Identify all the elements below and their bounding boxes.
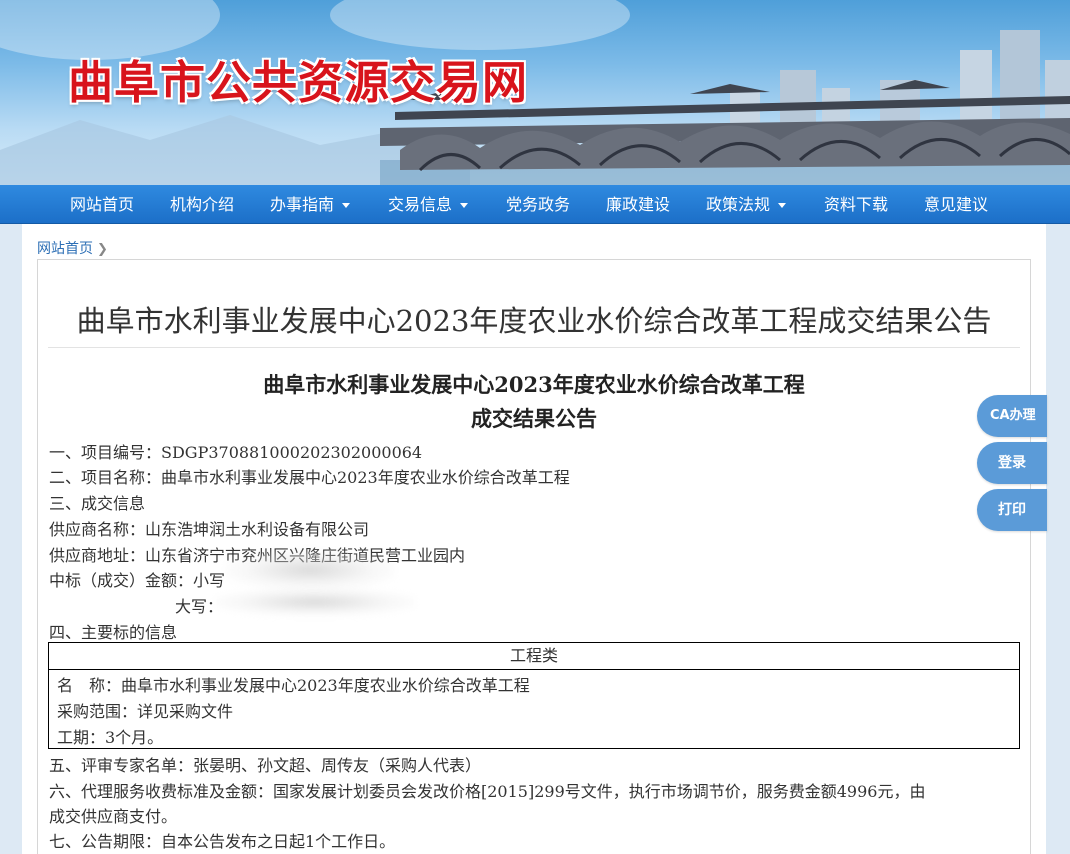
table-header: 工程类 [49, 643, 1019, 670]
amount-lowercase: 中标（成交）金额：小写 [49, 571, 226, 590]
nav-label: 政策法规 [706, 195, 771, 214]
notice-period: 七、公告期限：自本公告发布之日起1个工作日。 [49, 832, 396, 851]
fee-line-1: 六、代理服务收费标准及金额：国家发展计划委员会发改价格[2015]299号文件，… [49, 782, 926, 801]
nav-item-policy[interactable]: 政策法规 [706, 185, 787, 224]
caret-down-icon [342, 203, 351, 208]
redacted-amount [215, 588, 415, 616]
nav-item-feedback[interactable]: 意见建议 [924, 185, 988, 224]
breadcrumb-home-link[interactable]: 网站首页 [37, 241, 93, 257]
title-divider [48, 347, 1020, 348]
fee-line-2: 成交供应商支付。 [49, 807, 178, 826]
login-button[interactable]: 登录 [977, 442, 1047, 484]
nav-label: 意见建议 [924, 195, 989, 214]
ca-service-button[interactable]: CA办理 [977, 395, 1047, 437]
nav-label: 廉政建设 [606, 195, 671, 214]
table-row-name: 名 称：曲阜市水利事业发展中心2023年度农业水价综合改革工程 [57, 676, 530, 695]
main-nav: 网站首页 机构介绍 办事指南 交易信息 党务政务 廉政建设 政策法规 资料下载 … [0, 185, 1070, 224]
main-subject-heading: 四、主要标的信息 [49, 623, 178, 642]
document-heading-line1: 曲阜市水利事业发展中心2023年度农业水价综合改革工程 [263, 372, 805, 397]
deal-info-heading: 三、成交信息 [49, 494, 146, 513]
print-button[interactable]: 打印 [977, 489, 1047, 531]
table-row-scope: 采购范围：详见采购文件 [57, 702, 234, 721]
nav-item-downloads[interactable]: 资料下载 [824, 185, 888, 224]
document-heading-line2: 成交结果公告 [471, 406, 597, 431]
chevron-right-icon: ❯ [97, 242, 108, 257]
nav-item-home[interactable]: 网站首页 [70, 185, 134, 224]
nav-item-about[interactable]: 机构介绍 [170, 185, 234, 224]
nav-item-guide[interactable]: 办事指南 [270, 185, 351, 224]
nav-item-integrity[interactable]: 廉政建设 [606, 185, 670, 224]
nav-label: 机构介绍 [170, 195, 235, 214]
caret-down-icon [778, 203, 787, 208]
nav-label: 党务政务 [506, 195, 571, 214]
nav-label: 办事指南 [270, 195, 335, 214]
caret-down-icon [460, 203, 469, 208]
redacted-amount [225, 550, 395, 590]
nav-item-trade-info[interactable]: 交易信息 [388, 185, 469, 224]
nav-label: 网站首页 [70, 195, 135, 214]
nav-item-party-affairs[interactable]: 党务政务 [506, 185, 570, 224]
project-name: 二、项目名称：曲阜市水利事业发展中心2023年度农业水价综合改革工程 [49, 468, 570, 487]
nav-label: 资料下载 [824, 195, 889, 214]
site-title: 曲阜市公共资源交易网 [68, 56, 529, 109]
header-banner: 曲阜市公共资源交易网 [0, 0, 1070, 185]
expert-list: 五、评审专家名单：张晏明、孙文超、周传友（采购人代表） [49, 756, 482, 775]
project-number: 一、项目编号：SDGP370881000202302000064 [49, 443, 423, 462]
supplier-name: 供应商名称：山东浩坤润土水利设备有限公司 [49, 520, 370, 539]
subject-table: 工程类 名 称：曲阜市水利事业发展中心2023年度农业水价综合改革工程 采购范围… [48, 642, 1020, 749]
page-title: 曲阜市水利事业发展中心2023年度农业水价综合改革工程成交结果公告 [76, 304, 992, 338]
nav-label: 交易信息 [388, 195, 453, 214]
breadcrumb: 网站首页 ❯ [37, 238, 108, 258]
table-row-period: 工期：3个月。 [57, 728, 164, 747]
